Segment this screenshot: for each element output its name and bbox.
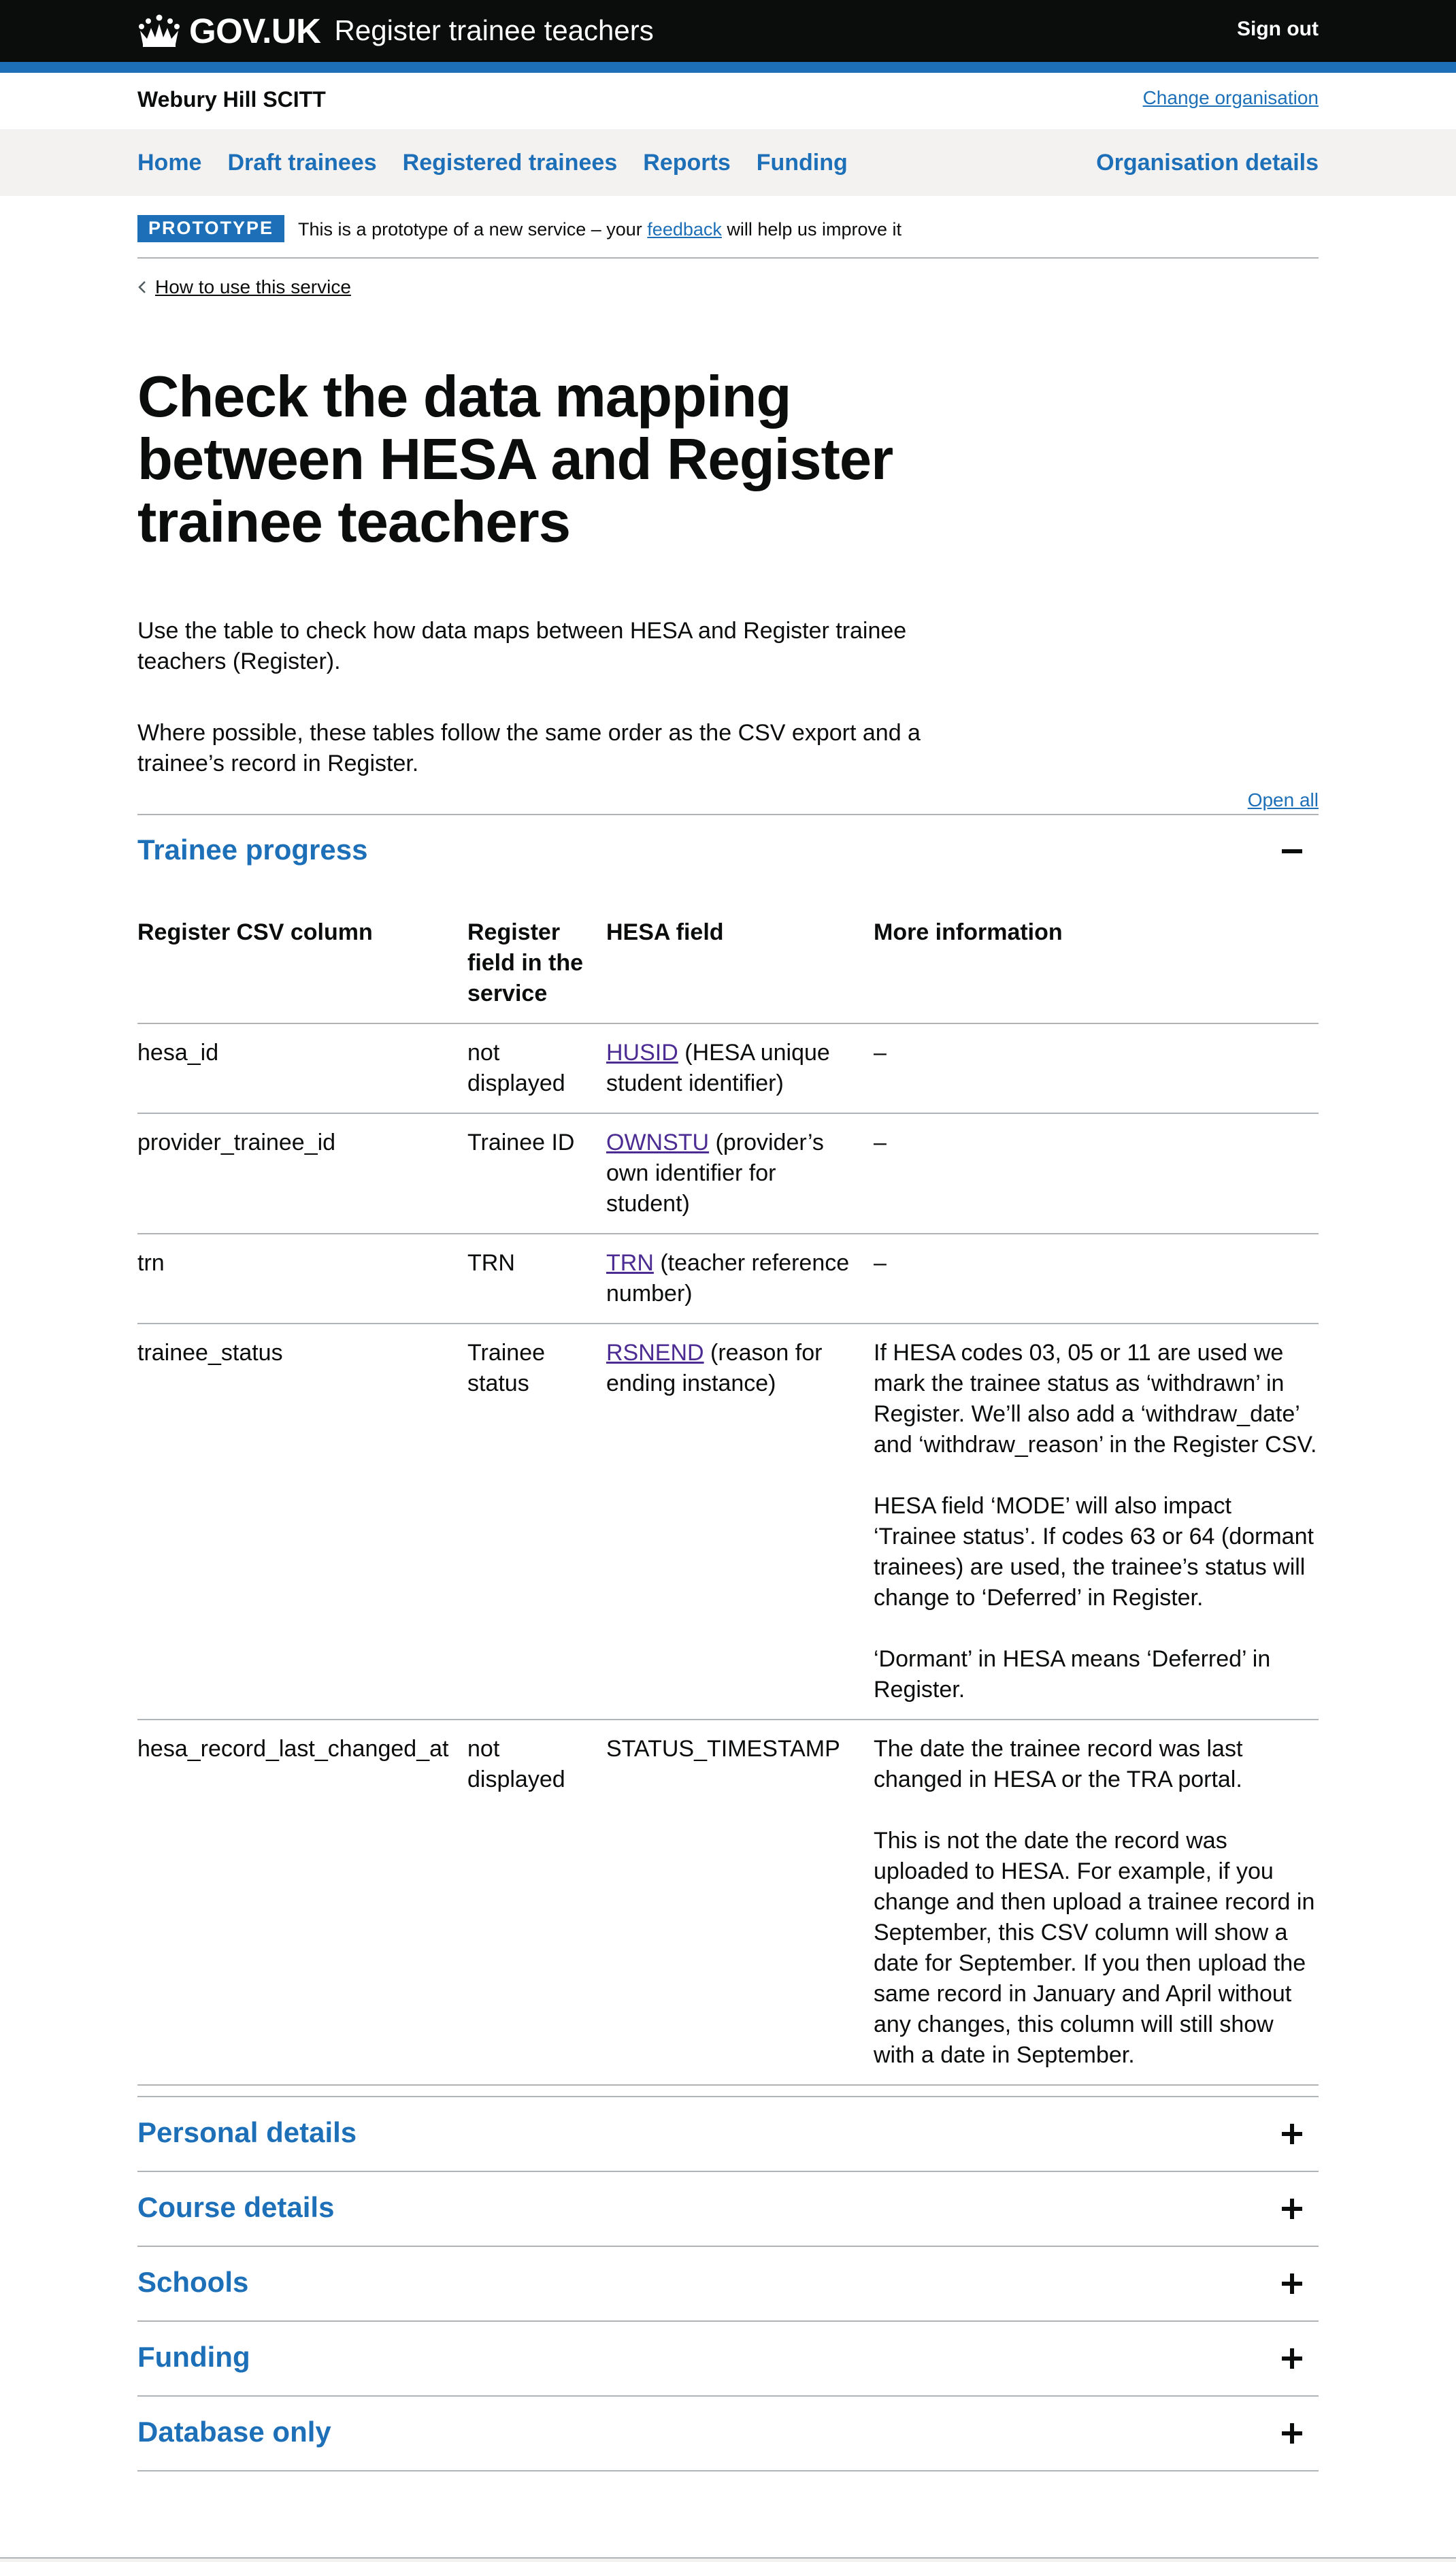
table-row: hesa_id not displayed HUSID (HESA unique…: [137, 1024, 1319, 1114]
table-row: trainee_status Trainee status RSNEND (re…: [137, 1324, 1319, 1720]
csv-column-cell: trn: [137, 1250, 165, 1276]
footer-border: [0, 2557, 1456, 2562]
more-info-text: If HESA codes 03, 05 or 11 are used we m…: [874, 1340, 1317, 1458]
more-info-cell: –: [874, 1234, 1319, 1323]
column-header: Register CSV column: [137, 919, 373, 945]
plus-icon[interactable]: [1282, 2273, 1302, 2294]
column-header: HESA field: [606, 919, 724, 945]
nav-item-reports[interactable]: Reports: [643, 150, 730, 176]
accordion-heading-database-only[interactable]: Database only: [137, 2416, 331, 2448]
nav-item-home[interactable]: Home: [137, 150, 201, 176]
header-blue-bar: [0, 62, 1456, 73]
plus-icon[interactable]: [1282, 2348, 1302, 2369]
table-header-row: Register CSV column Register field in th…: [137, 917, 1319, 1024]
accordion-divider: [137, 2096, 1319, 2097]
intro-paragraph-2: Where possible, these tables follow the …: [137, 720, 921, 776]
organisation-name: Webury Hill SCITT: [137, 87, 326, 112]
phase-banner-text: This is a prototype of a new service – y…: [298, 215, 901, 240]
table-row: provider_trainee_id Trainee ID OWNSTU (p…: [137, 1114, 1319, 1234]
plus-icon[interactable]: [1282, 2124, 1302, 2144]
csv-column-cell: hesa_id: [137, 1040, 219, 1066]
intro-paragraph-1: Use the table to check how data maps bet…: [137, 618, 907, 674]
more-info-cell: The date the trainee record was last cha…: [874, 1720, 1319, 2084]
govuk-logo-text: GOV.UK: [189, 11, 321, 50]
hesa-field-link[interactable]: OWNSTU: [606, 1130, 709, 1155]
more-info-cell: –: [874, 1024, 1319, 1113]
hesa-field-link[interactable]: RSNEND: [606, 1340, 704, 1366]
accordion-heading-personal-details[interactable]: Personal details: [137, 2116, 357, 2149]
more-info-cell: –: [874, 1114, 1319, 1233]
more-info-cell: If HESA codes 03, 05 or 11 are used we m…: [874, 1324, 1319, 1719]
nav-item-organisation-details[interactable]: Organisation details: [1096, 150, 1319, 176]
accordion-heading-course-details[interactable]: Course details: [137, 2191, 334, 2224]
hesa-field-cell: TRN (teacher reference number): [606, 1234, 874, 1323]
accordion-divider: [137, 2246, 1319, 2247]
phase-text-after: will help us improve it: [721, 219, 901, 240]
more-info-text: This is not the date the record was uplo…: [874, 1828, 1315, 2068]
hesa-field-cell: STATUS_TIMESTAMP: [606, 1736, 840, 1762]
more-info-text: –: [874, 1250, 887, 1276]
table-row: trn TRN TRN (teacher reference number) –: [137, 1234, 1319, 1324]
service-name[interactable]: Register trainee teachers: [335, 14, 654, 47]
govuk-header: GOV.UK Register trainee teachers Sign ou…: [0, 0, 1456, 62]
govuk-logo-link[interactable]: GOV.UK Register trainee teachers: [137, 10, 654, 52]
prototype-tag: PROTOTYPE: [137, 215, 285, 242]
register-field-cell: TRN: [467, 1250, 515, 1276]
open-all-link[interactable]: Open all: [1248, 789, 1319, 811]
more-info-text: –: [874, 1130, 887, 1155]
primary-nav-list: Home Draft trainees Registered trainees …: [137, 150, 848, 176]
back-link-container: How to use this service: [137, 276, 351, 298]
plus-icon[interactable]: [1282, 2199, 1302, 2219]
more-info-text: HESA field ‘MODE’ will also impact ‘Trai…: [874, 1493, 1314, 1611]
more-info-text: –: [874, 1040, 887, 1066]
phase-text-before: This is a prototype of a new service – y…: [298, 219, 648, 240]
accordion-divider: [137, 2320, 1319, 2322]
register-field-cell: Trainee status: [467, 1340, 546, 1396]
hesa-field-link[interactable]: HUSID: [606, 1040, 678, 1066]
register-field-cell: Trainee ID: [467, 1130, 575, 1155]
accordion-divider: [137, 2470, 1319, 2471]
crown-icon: [139, 14, 180, 47]
sign-out-link[interactable]: Sign out: [1237, 18, 1319, 41]
minus-icon[interactable]: [1282, 841, 1302, 861]
hesa-field-cell: OWNSTU (provider’s own identifier for st…: [606, 1114, 874, 1233]
accordion-divider: [137, 814, 1319, 815]
how-to-use-link[interactable]: How to use this service: [155, 276, 351, 298]
change-organisation-link[interactable]: Change organisation: [1143, 87, 1319, 109]
data-mapping-table: Register CSV column Register field in th…: [137, 917, 1319, 2086]
accordion-divider: [137, 2395, 1319, 2397]
table-row: hesa_record_last_changed_at not displaye…: [137, 1720, 1319, 2086]
csv-column-cell: provider_trainee_id: [137, 1130, 336, 1155]
csv-column-cell: hesa_record_last_changed_at: [137, 1736, 449, 1762]
nav-item-funding[interactable]: Funding: [757, 150, 848, 176]
plus-icon[interactable]: [1282, 2423, 1302, 2444]
hesa-field-link[interactable]: TRN: [606, 1250, 654, 1276]
feedback-link[interactable]: feedback: [647, 219, 722, 240]
hesa-field-cell: HUSID (HESA unique student identifier): [606, 1024, 874, 1113]
accordion-heading-funding[interactable]: Funding: [137, 2341, 250, 2374]
accordion-heading-trainee-progress[interactable]: Trainee progress: [137, 834, 367, 866]
primary-navigation: Home Draft trainees Registered trainees …: [0, 129, 1456, 196]
nav-item-registered-trainees[interactable]: Registered trainees: [403, 150, 618, 176]
nav-item-draft-trainees[interactable]: Draft trainees: [227, 150, 376, 176]
csv-column-cell: trainee_status: [137, 1340, 283, 1366]
accordion-heading-schools[interactable]: Schools: [137, 2266, 248, 2299]
more-info-text: The date the trainee record was last cha…: [874, 1736, 1243, 1792]
phase-banner: PROTOTYPE This is a prototype of a new s…: [137, 215, 1319, 259]
column-header: Register field in the service: [467, 919, 583, 1006]
more-info-text: ‘Dormant’ in HESA means ‘Deferred’ in Re…: [874, 1646, 1271, 1703]
accordion-divider: [137, 2171, 1319, 2172]
page-title: Check the data mapping between HESA and …: [137, 365, 893, 555]
register-field-cell: not displayed: [467, 1736, 565, 1792]
column-header: More information: [874, 919, 1063, 945]
register-field-cell: not displayed: [467, 1040, 565, 1096]
chevron-left-icon: [138, 281, 146, 293]
hesa-field-cell: RSNEND (reason for ending instance): [606, 1324, 874, 1719]
